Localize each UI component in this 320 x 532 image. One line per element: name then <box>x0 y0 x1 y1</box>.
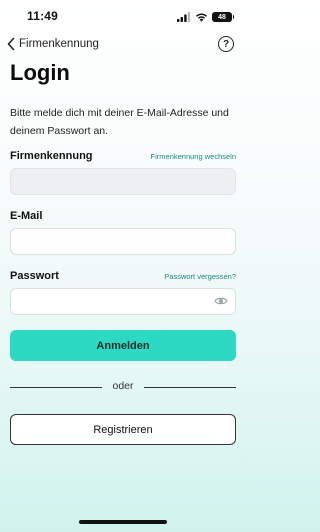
home-indicator <box>79 520 167 524</box>
signal-icon <box>177 12 191 22</box>
email-input[interactable] <box>10 228 236 255</box>
email-label: E-Mail <box>10 210 43 222</box>
help-icon[interactable]: ? <box>218 36 234 52</box>
back-label: Firmenkennung <box>19 38 99 50</box>
divider-line-right <box>144 387 236 388</box>
company-input[interactable] <box>10 168 236 195</box>
battery-icon: 48 <box>212 12 234 22</box>
wifi-icon <box>196 13 207 22</box>
login-button[interactable]: Anmelden <box>10 330 236 361</box>
page-title: Login <box>10 60 70 85</box>
chevron-left-icon <box>7 37 15 51</box>
eye-icon[interactable] <box>214 296 228 306</box>
change-company-link[interactable]: Firmenkennung wechseln <box>151 152 236 161</box>
password-label: Passwort <box>10 270 59 282</box>
password-input[interactable] <box>10 288 236 315</box>
battery-level: 48 <box>218 13 226 21</box>
status-time: 11:49 <box>27 9 59 23</box>
status-bar: 11:49 48 <box>0 0 246 32</box>
intro-text: Bitte melde dich mit deiner E-Mail-Adres… <box>10 107 229 137</box>
company-label: Firmenkennung <box>10 150 93 162</box>
forgot-password-link[interactable]: Passwort vergessen? <box>164 272 236 281</box>
divider-text: oder <box>112 380 134 392</box>
nav-bar: Firmenkennung ? <box>0 34 246 54</box>
back-button[interactable]: Firmenkennung <box>6 34 99 54</box>
status-icons: 48 <box>177 11 234 23</box>
register-button[interactable]: Registrieren <box>10 414 236 445</box>
